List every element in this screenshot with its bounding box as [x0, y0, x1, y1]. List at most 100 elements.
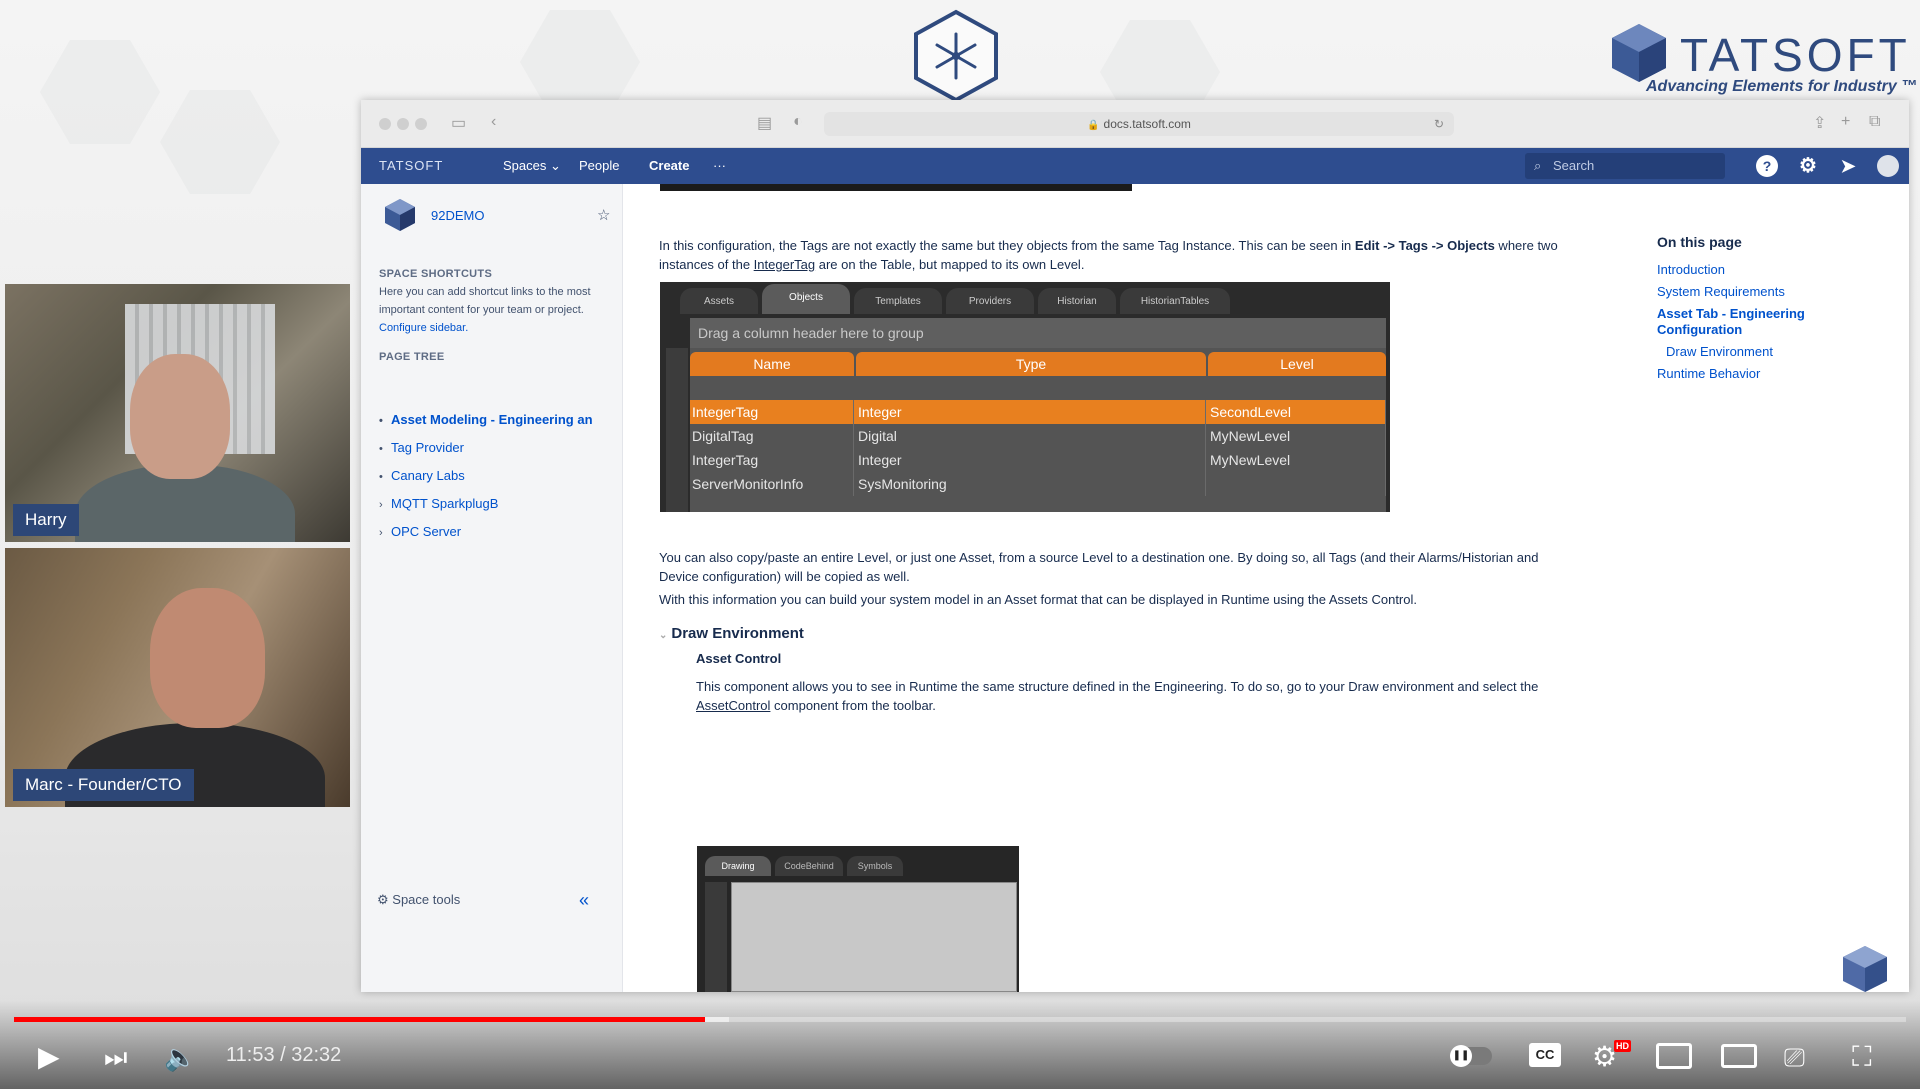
grid-column-header[interactable]: Level	[1208, 352, 1386, 376]
page-tree-heading: PAGE TREE	[379, 351, 445, 363]
person-head	[150, 588, 265, 728]
asset-control-paragraph: This component allows you to see in Runt…	[696, 677, 1566, 715]
collapse-caret-icon[interactable]: ⌄	[659, 630, 667, 641]
toc-system-requirements[interactable]: System Requirements	[1657, 284, 1857, 300]
assetcontrol-link[interactable]: AssetControl	[696, 698, 770, 713]
tabs-overview-icon[interactable]: ⧉	[1869, 113, 1880, 131]
share-icon[interactable]: ⇪	[1813, 113, 1826, 133]
grid-cell	[1208, 472, 1386, 496]
chevron-right-icon: ›	[379, 527, 383, 539]
space-tools-button[interactable]: ⚙ Space tools	[377, 892, 460, 908]
page-tree-item[interactable]: • Canary Labs	[379, 468, 465, 483]
bullet-icon: •	[379, 415, 383, 427]
next-icon[interactable]: ⏭	[104, 1040, 127, 1074]
grid-column-header[interactable]: Name	[690, 352, 854, 376]
toc-heading: On this page	[1657, 234, 1742, 250]
brand-logo: TATSOFT Advancing Elements for Industry …	[1608, 22, 1917, 102]
notifications-icon[interactable]: ➤	[1837, 155, 1859, 177]
grid-body: Name Type Level IntegerTag Integer SecondLeve…	[690, 348, 1386, 512]
autoplay-toggle[interactable]: ❚❚	[1450, 1045, 1492, 1067]
text-span: In this configuration, the Tags are not …	[659, 238, 1355, 253]
lock-icon: 🔒	[1087, 120, 1100, 131]
privacy-icon[interactable]: ◐	[793, 113, 803, 131]
objects-grid-screenshot: Assets Objects Templates Providers Historian…	[660, 282, 1390, 512]
cast-icon[interactable]: ⎚	[1784, 1040, 1805, 1074]
grid-cell: SecondLevel	[1208, 400, 1386, 424]
grid-cell: Digital	[856, 424, 1206, 448]
settings-icon[interactable]: ⚙	[1797, 155, 1819, 177]
grid-side-strip	[666, 348, 688, 512]
profile-icon[interactable]	[1877, 155, 1899, 177]
grid-tab[interactable]: Objects	[762, 284, 850, 314]
chevron-right-icon: ›	[379, 499, 383, 511]
browser-window: ▭ ‹ ▤ ◐ 🔒 docs.tatsoft.com ↻ ⇪ + ⧉ TATSOF…	[361, 100, 1909, 992]
draw-environment-screenshot: Drawing CodeBehind Symbols	[697, 846, 1019, 992]
new-tab-icon[interactable]: +	[1841, 113, 1850, 131]
grid-tab[interactable]: Templates	[854, 288, 942, 314]
fullscreen-icon[interactable]: ⛶	[1852, 1040, 1872, 1074]
url-bar[interactable]: 🔒 docs.tatsoft.com ↻	[824, 112, 1454, 136]
toc-introduction[interactable]: Introduction	[1657, 262, 1857, 278]
star-icon[interactable]: ☆	[597, 206, 610, 224]
close-window-button[interactable]	[379, 118, 391, 130]
nav-people[interactable]: People	[579, 148, 619, 184]
help-icon[interactable]: ?	[1756, 155, 1778, 177]
integertag-link[interactable]: IntegerTag	[754, 257, 815, 272]
grid-tab[interactable]: Historian	[1038, 288, 1116, 314]
grid-tab[interactable]: Providers	[946, 288, 1034, 314]
grid-column-header[interactable]: Type	[856, 352, 1206, 376]
space-name-link[interactable]: 92DEMO	[431, 208, 484, 223]
toc-runtime-behavior[interactable]: Runtime Behavior	[1657, 366, 1857, 382]
minimize-window-button[interactable]	[397, 118, 409, 130]
subtitles-button[interactable]: CC	[1529, 1043, 1561, 1067]
miniplayer-icon[interactable]	[1656, 1043, 1692, 1069]
reload-icon[interactable]: ↻	[1434, 112, 1444, 136]
volume-icon[interactable]: 🔈	[164, 1040, 196, 1074]
toc-draw-environment[interactable]: Draw Environment	[1657, 344, 1857, 360]
page-tree-item[interactable]: • Asset Modeling - Engineering an	[379, 412, 593, 427]
browser-titlebar: ▭ ‹ ▤ ◐ 🔒 docs.tatsoft.com ↻ ⇪ + ⧉	[361, 100, 1909, 148]
section-title: Draw Environment	[671, 625, 804, 642]
page-tree-item[interactable]: › MQTT SparkplugB	[379, 496, 498, 511]
webcam-tile-harry: Harry	[5, 284, 350, 542]
shortcuts-description: Here you can add shortcut links to the m…	[379, 283, 599, 337]
create-button[interactable]: Create	[649, 148, 689, 184]
page-tree-item[interactable]: • Tag Provider	[379, 440, 464, 455]
grid-row[interactable]: IntegerTag Integer MyNewLevel	[690, 448, 1386, 472]
grid-cell: Integer	[856, 448, 1206, 472]
text-span: are on the Table, but mapped to its own …	[815, 257, 1085, 272]
zoom-window-button[interactable]	[415, 118, 427, 130]
draw-tab[interactable]: CodeBehind	[775, 856, 843, 876]
time-display: 11:53 / 32:32	[226, 1044, 342, 1066]
grid-row[interactable]: DigitalTag Digital MyNewLevel	[690, 424, 1386, 448]
grid-row[interactable]: IntegerTag Integer SecondLevel	[690, 400, 1386, 424]
draw-tab[interactable]: Drawing	[705, 856, 771, 876]
more-menu-button[interactable]: ···	[713, 148, 726, 184]
configure-sidebar-link[interactable]: Configure sidebar.	[379, 322, 468, 334]
progress-bar[interactable]	[14, 1017, 1906, 1022]
page-tree-label: OPC Server	[391, 524, 462, 539]
play-icon[interactable]: ▶	[38, 1040, 60, 1074]
draw-tab[interactable]: Symbols	[847, 856, 903, 876]
draw-toolbar	[705, 882, 727, 992]
reader-icon[interactable]: ▤	[757, 113, 772, 133]
collapse-sidebar-button[interactable]: «	[579, 890, 589, 911]
confluence-logo[interactable]: TATSOFT	[379, 148, 443, 184]
nav-spaces[interactable]: Spaces ⌄	[503, 148, 561, 184]
toc-asset-tab[interactable]: Asset Tab - Engineering Configuration	[1657, 306, 1857, 338]
search-input[interactable]: ⌕ Search	[1525, 153, 1725, 179]
channel-watermark-icon[interactable]	[1840, 944, 1890, 994]
grid-cell: IntegerTag	[690, 400, 854, 424]
group-drag-hint: Drag a column header here to group	[690, 318, 1386, 348]
grid-cell: SysMonitoring	[856, 472, 1206, 496]
theater-mode-icon[interactable]	[1721, 1044, 1757, 1068]
sidebar-toggle-icon[interactable]: ▭	[451, 113, 466, 133]
back-icon[interactable]: ‹	[491, 113, 496, 131]
text-span: This component allows you to see in Runt…	[696, 679, 1539, 694]
grid-row[interactable]: ServerMonitorInfo SysMonitoring	[690, 472, 1386, 496]
grid-tab[interactable]: Assets	[680, 288, 758, 314]
pause-icon: ❚❚	[1450, 1045, 1472, 1067]
draw-environment-heading: ⌄ Draw Environment	[659, 625, 804, 642]
page-tree-item[interactable]: › OPC Server	[379, 524, 461, 539]
grid-tab[interactable]: HistorianTables	[1120, 288, 1230, 314]
